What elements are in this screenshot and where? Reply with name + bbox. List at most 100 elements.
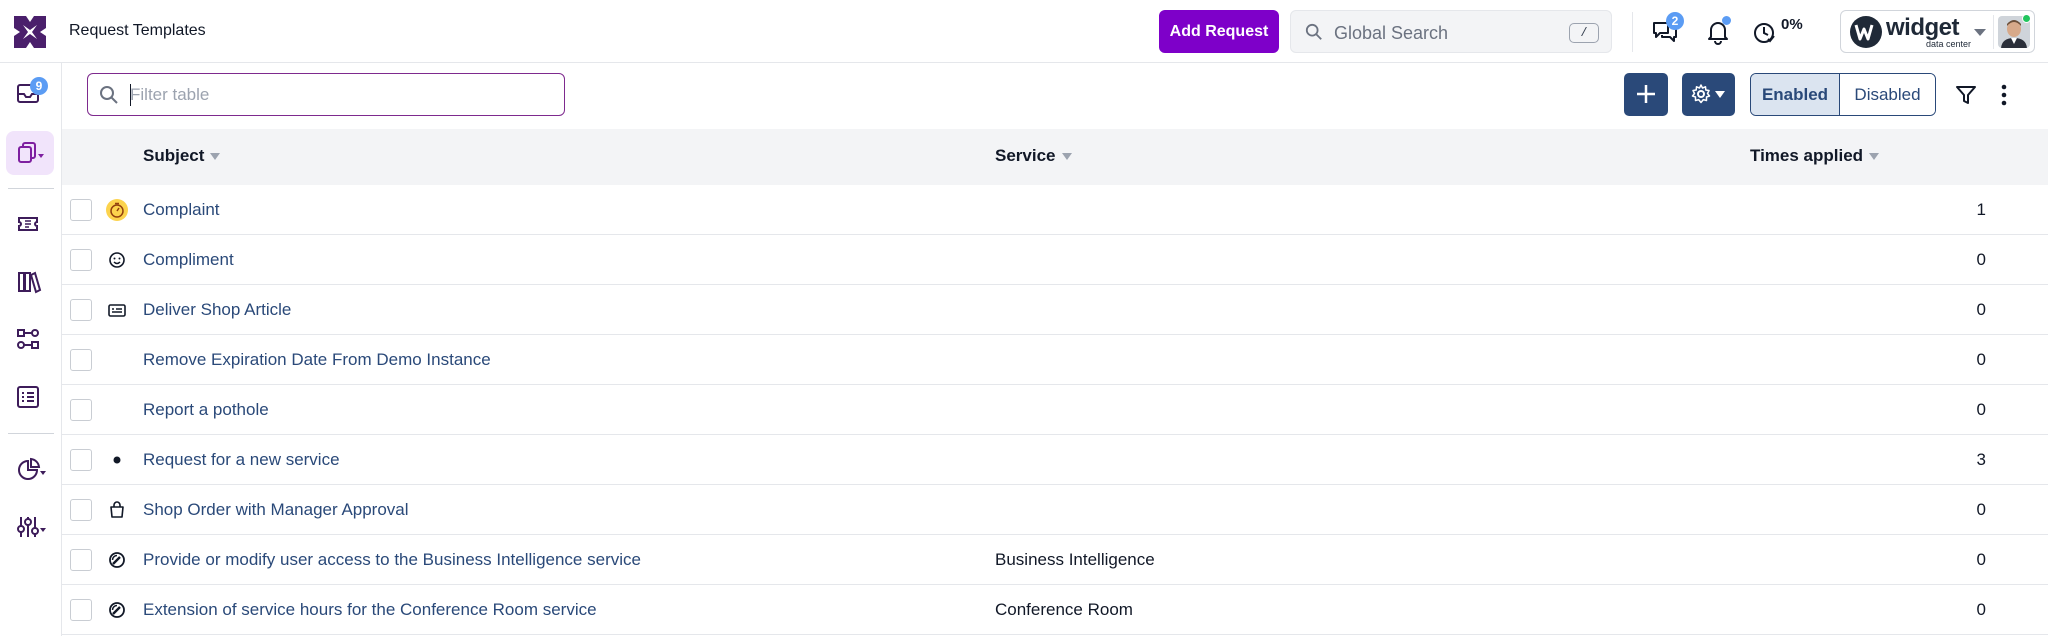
global-search-placeholder: Global Search bbox=[1334, 23, 1449, 43]
plus-icon bbox=[1637, 85, 1655, 103]
sidebar-item-workflows[interactable] bbox=[6, 317, 54, 361]
ticket-icon bbox=[18, 217, 38, 231]
column-header-times-applied[interactable]: Times applied bbox=[1750, 146, 1880, 166]
row-times-applied: 0 bbox=[1976, 600, 1986, 619]
table-row[interactable]: Extension of service hours for the Confe… bbox=[62, 585, 2048, 635]
gauge-icon bbox=[109, 602, 125, 618]
row-subject-link[interactable]: Request for a new service bbox=[143, 450, 340, 470]
sidebar-item-reports[interactable] bbox=[6, 375, 54, 419]
row-times-applied: 0 bbox=[1976, 550, 1986, 569]
row-times-applied: 0 bbox=[1976, 350, 1986, 369]
row-subject-link[interactable]: Compliment bbox=[143, 250, 234, 270]
notification-dot bbox=[1722, 16, 1731, 25]
table-header: Subject Service Times applied bbox=[62, 129, 2048, 185]
timer-check-icon bbox=[1754, 23, 1775, 43]
id-card-icon bbox=[108, 304, 126, 317]
table-row[interactable]: Remove Expiration Date From Demo Instanc… bbox=[62, 335, 2048, 385]
books-icon bbox=[18, 271, 42, 294]
row-checkbox[interactable] bbox=[70, 399, 92, 421]
inbox-badge: 9 bbox=[30, 77, 48, 95]
search-shortcut-key: / bbox=[1569, 23, 1599, 43]
gear-icon bbox=[1691, 84, 1711, 104]
add-template-button[interactable] bbox=[1624, 73, 1668, 116]
org-divider bbox=[1993, 15, 1994, 49]
sidebar-item-knowledge-base[interactable] bbox=[6, 260, 54, 304]
filter-table-field[interactable] bbox=[87, 73, 565, 116]
column-header-service[interactable]: Service bbox=[995, 146, 1072, 166]
disabled-filter-button[interactable]: Disabled bbox=[1840, 74, 1935, 115]
table-row[interactable]: Request for a new service 3 bbox=[62, 435, 2048, 485]
templates-icon bbox=[18, 142, 44, 163]
row-service: Conference Room bbox=[995, 600, 1133, 619]
row-checkbox[interactable] bbox=[70, 499, 92, 521]
sidebar-item-tickets[interactable] bbox=[6, 202, 54, 246]
time-tracking-button[interactable] bbox=[1748, 16, 1780, 48]
row-subject-link[interactable]: Provide or modify user access to the Bus… bbox=[143, 550, 641, 570]
chat-badge: 2 bbox=[1666, 12, 1684, 30]
org-wordmark: widget bbox=[1886, 14, 1960, 41]
column-header-subject[interactable]: Subject bbox=[143, 146, 221, 166]
table-settings-button[interactable] bbox=[1682, 73, 1735, 116]
row-times-applied: 0 bbox=[1976, 400, 1986, 419]
chevron-down-icon bbox=[1974, 29, 1986, 36]
row-checkbox[interactable] bbox=[70, 299, 92, 321]
row-subject-link[interactable]: Shop Order with Manager Approval bbox=[143, 500, 409, 520]
row-times-applied: 0 bbox=[1976, 300, 1986, 319]
row-times-applied: 0 bbox=[1976, 250, 1986, 269]
page-title: Request Templates bbox=[69, 22, 206, 39]
filter-table-input[interactable] bbox=[130, 83, 550, 107]
dot-icon bbox=[113, 456, 121, 464]
row-subject-link[interactable]: Remove Expiration Date From Demo Instanc… bbox=[143, 350, 491, 370]
row-subject-link[interactable]: Complaint bbox=[143, 200, 220, 220]
row-checkbox[interactable] bbox=[70, 449, 92, 471]
row-times-applied: 1 bbox=[1976, 200, 1986, 219]
table-row[interactable]: Deliver Shop Article 0 bbox=[62, 285, 2048, 335]
stopwatch-icon bbox=[106, 199, 128, 221]
table-row[interactable]: Report a pothole 0 bbox=[62, 385, 2048, 435]
more-options-icon[interactable] bbox=[1998, 84, 2010, 106]
sliders-icon bbox=[17, 517, 46, 537]
table-row[interactable]: Compliment 0 bbox=[62, 235, 2048, 285]
list-report-icon bbox=[17, 386, 39, 408]
row-subject-link[interactable]: Deliver Shop Article bbox=[143, 300, 291, 320]
search-icon bbox=[100, 86, 118, 104]
sort-caret-icon bbox=[210, 153, 221, 161]
global-search-input[interactable]: Global Search / bbox=[1290, 10, 1612, 53]
sidebar-divider bbox=[8, 433, 54, 434]
table-row[interactable]: Complaint 1 bbox=[62, 185, 2048, 235]
smiley-icon bbox=[109, 252, 125, 268]
organization-switcher[interactable]: widget data center bbox=[1840, 10, 2035, 53]
gauge-icon bbox=[109, 552, 125, 568]
table-row[interactable]: Provide or modify user access to the Bus… bbox=[62, 535, 2048, 585]
pie-chart-icon bbox=[18, 457, 46, 480]
row-subject-link[interactable]: Report a pothole bbox=[143, 400, 269, 420]
app-logo-icon[interactable] bbox=[12, 14, 48, 50]
workflow-icon bbox=[17, 329, 39, 349]
sidebar-item-inbox[interactable]: 9 bbox=[6, 72, 54, 116]
row-subject-link[interactable]: Extension of service hours for the Confe… bbox=[143, 600, 597, 620]
enabled-disabled-toggle: Enabled Disabled bbox=[1750, 73, 1936, 116]
sidebar-item-settings[interactable] bbox=[6, 504, 54, 548]
notifications-button[interactable] bbox=[1702, 16, 1734, 48]
sidebar: 9 bbox=[0, 63, 62, 636]
sidebar-item-analytics[interactable] bbox=[6, 447, 54, 491]
row-checkbox[interactable] bbox=[70, 549, 92, 571]
row-service: Business Intelligence bbox=[995, 550, 1155, 569]
table-row[interactable]: Shop Order with Manager Approval 0 bbox=[62, 485, 2048, 535]
row-checkbox[interactable] bbox=[70, 349, 92, 371]
chat-button[interactable]: 2 bbox=[1649, 12, 1684, 48]
sidebar-item-templates[interactable] bbox=[6, 131, 54, 175]
caret-down-icon bbox=[1715, 91, 1725, 98]
progress-percentage: 0% bbox=[1781, 16, 1803, 33]
add-request-button[interactable]: Add Request bbox=[1159, 10, 1279, 53]
filter-funnel-icon[interactable] bbox=[1955, 84, 1977, 106]
search-icon bbox=[1305, 23, 1322, 40]
sort-caret-icon bbox=[1061, 153, 1072, 161]
sort-caret-icon bbox=[1869, 153, 1880, 161]
row-checkbox[interactable] bbox=[70, 599, 92, 621]
org-logo-icon bbox=[1850, 16, 1882, 48]
row-checkbox[interactable] bbox=[70, 199, 92, 221]
enabled-filter-button[interactable]: Enabled bbox=[1751, 74, 1840, 115]
row-times-applied: 3 bbox=[1976, 450, 1986, 469]
row-checkbox[interactable] bbox=[70, 249, 92, 271]
